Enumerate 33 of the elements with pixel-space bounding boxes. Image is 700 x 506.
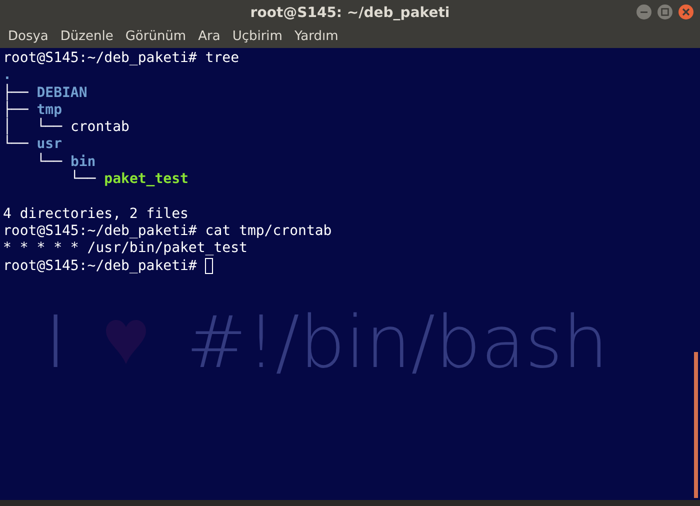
menu-item[interactable]: Uçbirim [226,29,288,44]
menu-item[interactable]: Yardım [288,29,344,44]
tree-lines: │ └── [3,119,64,136]
prompt-text: root@S145:~/deb_paketi# [3,258,198,275]
output-text: tree [205,50,240,68]
directory-name: bin [70,154,96,170]
background-text: I [45,300,66,384]
background-text: #!/bin/bash [186,300,608,384]
tree-lines: └── [36,154,64,172]
menu-item[interactable]: Düzenle [54,29,120,44]
output-text: crontab [70,119,130,136]
tree-lines: ├── [3,84,30,101]
directory-name: . [3,67,12,84]
window-title: root@S145: ~/deb_paketi [250,4,450,20]
output-text: * * * * * /usr/bin/paket_test [3,240,248,258]
tree-lines: └── [69,171,97,188]
prompt-text: root@S145:~/deb_paketi# [3,50,198,68]
menu-item[interactable]: Ara [192,29,226,44]
directory-name: tmp [36,102,62,118]
tree-lines: ├── [3,102,30,118]
minimize-icon[interactable] [636,4,652,20]
scrollbar-thumb[interactable] [694,352,698,498]
directory-name: usr [36,136,62,152]
directory-name: DEBIAN [36,84,88,102]
output-text: cat tmp/crontab [205,222,332,240]
prompt-text: root@S145:~/deb_paketi# [3,222,198,240]
output-text: 4 directories, 2 files [3,206,188,223]
close-icon[interactable] [678,4,694,20]
tree-lines: └── [3,136,30,154]
menu-item[interactable]: Görünüm [119,29,192,44]
executable-name: paket_test [104,171,188,188]
maximize-icon[interactable] [657,4,673,20]
menu-item[interactable]: Dosya [2,29,54,44]
